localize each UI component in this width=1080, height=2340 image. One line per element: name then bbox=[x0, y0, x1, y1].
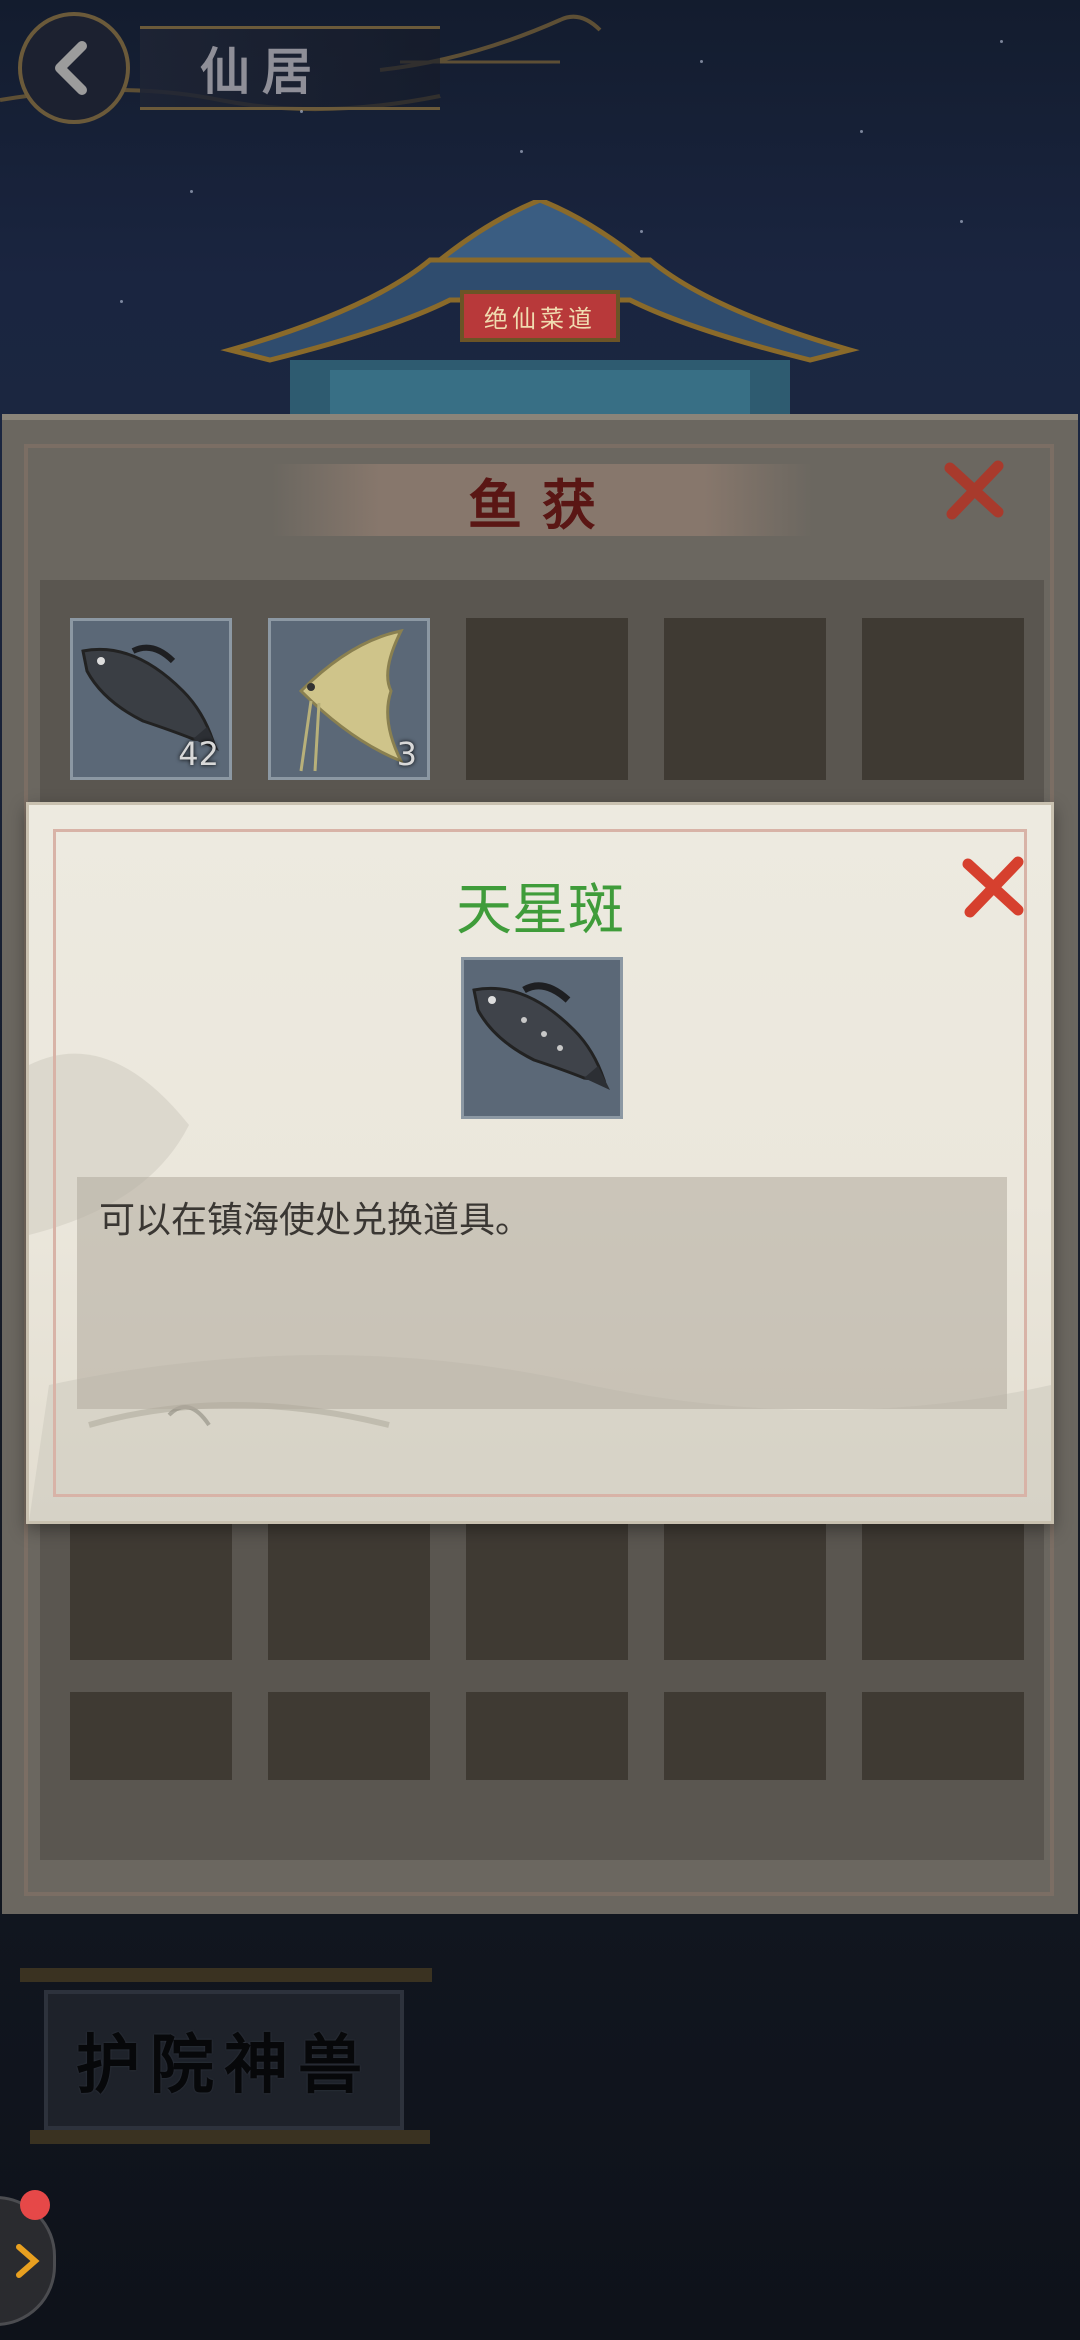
inventory-slot-angelfish[interactable]: 3 bbox=[268, 618, 430, 780]
inventory-slot-grouper[interactable]: 42 bbox=[70, 618, 232, 780]
panel-title: 鱼获 bbox=[468, 472, 616, 537]
notification-dot bbox=[20, 2190, 50, 2220]
inventory-slot-empty[interactable] bbox=[466, 618, 628, 780]
detail-close-button[interactable] bbox=[953, 847, 1033, 927]
panel-title-bar: 鱼获 bbox=[272, 464, 812, 537]
item-description: 可以在镇海使处兑换道具。 bbox=[99, 1200, 532, 1241]
guard-beast-plaque[interactable]: 护院神兽 bbox=[44, 1990, 404, 2130]
close-icon bbox=[962, 856, 1024, 918]
inventory-slot-empty[interactable] bbox=[466, 1692, 628, 1780]
back-arrow-icon bbox=[55, 41, 87, 95]
inventory-slot-empty[interactable] bbox=[268, 1692, 430, 1780]
item-detail-popup: 天星斑 可以在镇海使处兑换道具。 bbox=[26, 802, 1054, 1524]
item-name: 天星斑 bbox=[456, 878, 624, 943]
inventory-slot-empty[interactable] bbox=[664, 1692, 826, 1780]
item-description-box: 可以在镇海使处兑换道具。 bbox=[77, 1177, 1007, 1409]
item-icon bbox=[461, 957, 623, 1119]
palace-plaque: 绝仙菜道 bbox=[460, 290, 620, 342]
inventory-slot-empty[interactable] bbox=[862, 1692, 1024, 1780]
back-button[interactable] bbox=[18, 12, 130, 124]
catch-close-button[interactable] bbox=[934, 450, 1014, 530]
inventory-slot-empty[interactable] bbox=[862, 618, 1024, 780]
chevron-right-icon bbox=[16, 2244, 40, 2278]
item-count: 42 bbox=[178, 735, 219, 773]
inventory-slot-empty[interactable] bbox=[664, 618, 826, 780]
page-title: 仙居 bbox=[140, 26, 440, 110]
fish-icon bbox=[472, 982, 610, 1090]
inventory-slot-empty[interactable] bbox=[70, 1692, 232, 1780]
item-count: 3 bbox=[396, 735, 417, 773]
close-icon bbox=[944, 460, 1004, 520]
